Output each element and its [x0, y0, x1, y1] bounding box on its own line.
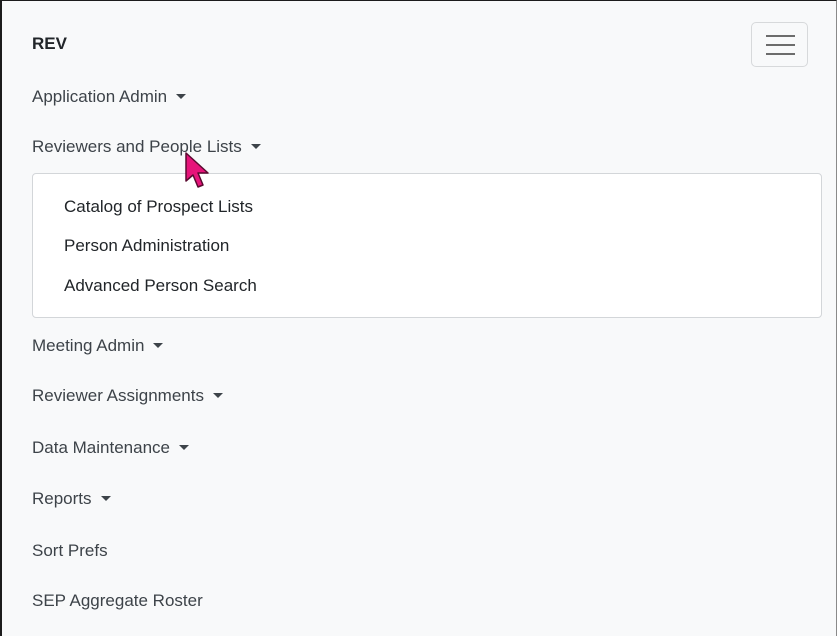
nav-sort-prefs[interactable]: Sort Prefs	[32, 541, 108, 561]
caret-down-icon	[153, 343, 164, 348]
dropdown-item-catalog-prospect-lists[interactable]: Catalog of Prospect Lists	[64, 197, 253, 217]
caret-down-icon	[212, 393, 223, 398]
nav-reports-label: Reports	[32, 489, 92, 508]
nav-reviewers-people-lists[interactable]: Reviewers and People Lists	[32, 137, 261, 157]
nav-meeting-admin[interactable]: Meeting Admin	[32, 336, 164, 356]
nav-sep-aggregate-roster[interactable]: SEP Aggregate Roster	[32, 591, 203, 611]
nav-data-maintenance-label: Data Maintenance	[32, 438, 170, 457]
nav-reviewer-assignments-label: Reviewer Assignments	[32, 386, 204, 405]
nav-application-admin[interactable]: Application Admin	[32, 87, 187, 107]
brand-label[interactable]: REV	[32, 34, 67, 54]
navbar: REV Application Admin Reviewers and Peop…	[0, 0, 837, 636]
nav-reviewer-assignments[interactable]: Reviewer Assignments	[32, 386, 223, 406]
caret-down-icon	[100, 496, 111, 501]
nav-meeting-admin-label: Meeting Admin	[32, 336, 145, 355]
caret-down-icon	[178, 445, 189, 450]
dropdown-item-person-administration[interactable]: Person Administration	[64, 236, 229, 256]
nav-application-admin-label: Application Admin	[32, 87, 168, 106]
caret-down-icon	[176, 94, 187, 99]
mouse-pointer-icon	[185, 152, 209, 188]
navbar-toggler-button[interactable]	[751, 22, 808, 67]
caret-down-icon	[250, 144, 261, 149]
nav-reports[interactable]: Reports	[32, 489, 111, 509]
reviewers-dropdown-menu: Catalog of Prospect Lists Person Adminis…	[32, 173, 822, 318]
dropdown-item-advanced-person-search[interactable]: Advanced Person Search	[64, 276, 257, 296]
nav-data-maintenance[interactable]: Data Maintenance	[32, 438, 189, 458]
